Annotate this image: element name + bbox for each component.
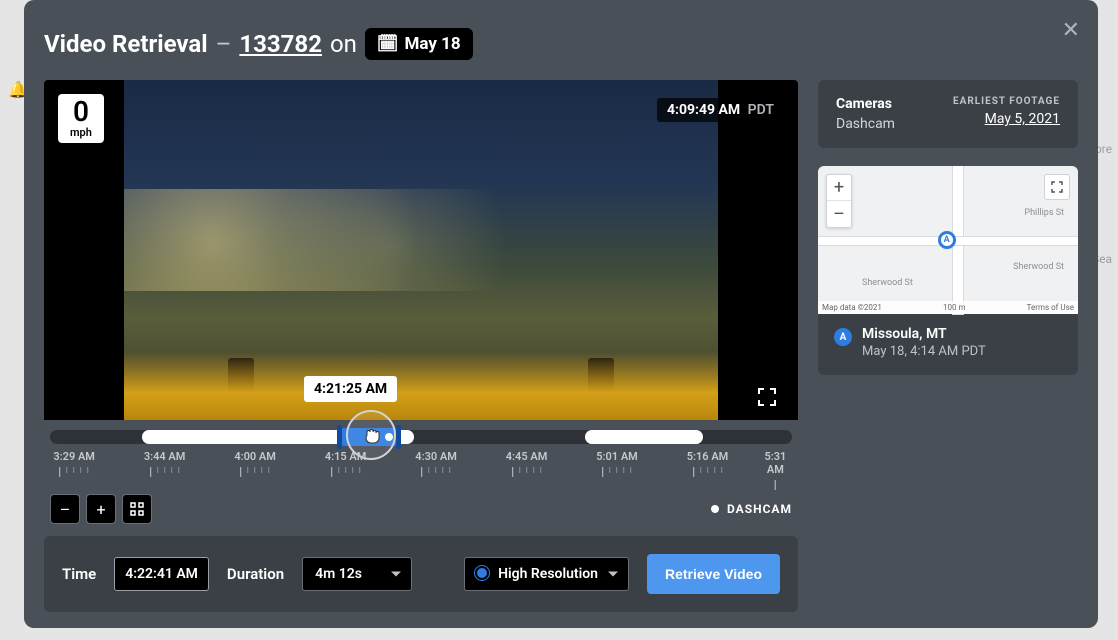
speed-overlay: 0 mph: [58, 94, 104, 143]
tick: 3:44 AM: [144, 450, 186, 477]
overlay-tz: PDT: [748, 102, 774, 118]
timeline: 3:29 AM 3:44 AM 4:00 AM 4:15 AM 4:30 AM …: [44, 420, 798, 536]
calendar-icon: 🗓: [377, 34, 399, 54]
zoom-out-button[interactable]: –: [50, 494, 80, 524]
radio-selected-icon: [477, 568, 487, 578]
fit-button[interactable]: [122, 494, 152, 524]
page-title: Video Retrieval – 133782 on 🗓 May 18: [44, 28, 473, 60]
legend-dot-icon: [711, 505, 719, 513]
resolution-select[interactable]: High Resolution: [464, 557, 629, 591]
mini-map[interactable]: Phillips St Sherwood St Sherwood St A + …: [818, 166, 1078, 314]
video-time-overlay: 4:09:49 AM PDT: [657, 98, 784, 122]
time-input[interactable]: 4:22:41 AM: [114, 557, 209, 591]
earliest-footage-label: EARLIEST FOOTAGE: [953, 96, 1060, 107]
video-retrieval-modal: ✕ Video Retrieval – 133782 on 🗓 May 18 0…: [24, 0, 1098, 628]
timeline-ticks: 3:29 AM 3:44 AM 4:00 AM 4:15 AM 4:30 AM …: [44, 450, 798, 488]
location-row: A Missoula, MT May 18, 4:14 AM PDT: [818, 314, 1078, 375]
speed-value: 0: [70, 98, 92, 126]
map-fullscreen-button[interactable]: [1044, 174, 1070, 200]
earliest-footage-link[interactable]: May 5, 2021: [953, 111, 1060, 127]
date-picker[interactable]: 🗓 May 18: [365, 28, 473, 60]
cameras-value: Dashcam: [836, 116, 895, 132]
tick: 5:01 AM: [596, 450, 638, 477]
mirror-left: [228, 358, 254, 392]
map-card: Phillips St Sherwood St Sherwood St A + …: [818, 166, 1078, 375]
location-city: Missoula, MT: [862, 326, 986, 342]
scrub-tooltip: 4:21:25 AM: [304, 376, 397, 402]
modal-header: Video Retrieval – 133782 on 🗓 May 18: [24, 0, 1098, 80]
zoom-in-button[interactable]: +: [86, 494, 116, 524]
footage-segment[interactable]: [585, 430, 703, 444]
map-pin[interactable]: A: [938, 231, 956, 249]
tick: 5:16 AM: [687, 450, 729, 477]
map-zoom-out-button[interactable]: –: [827, 201, 851, 227]
retrieve-video-button[interactable]: Retrieve Video: [647, 554, 780, 594]
tick: 3:29 AM: [53, 450, 95, 477]
mirror-right: [588, 358, 614, 392]
video-player[interactable]: 0 mph 4:09:49 AM PDT 4:21:25 AM: [44, 80, 798, 420]
date-label: May 18: [405, 34, 461, 54]
street-label: Phillips St: [1024, 208, 1064, 218]
tick: 5:31 AM: [764, 450, 787, 490]
close-icon[interactable]: ✕: [1062, 18, 1080, 43]
overlay-time: 4:09:49 AM: [667, 102, 740, 118]
location-timestamp: May 18, 4:14 AM PDT: [862, 344, 986, 359]
retrieval-form: Time 4:22:41 AM Duration 4m 12s High Res…: [44, 536, 798, 612]
title-prefix: Video Retrieval: [44, 30, 208, 58]
tick: 4:00 AM: [234, 450, 276, 477]
tick: 4:45 AM: [506, 450, 548, 477]
street-label: Sherwood St: [1013, 262, 1064, 272]
tick: 4:30 AM: [415, 450, 457, 477]
map-zoom-controls: + –: [826, 174, 852, 228]
on-word: on: [330, 30, 357, 58]
duration-select[interactable]: 4m 12s: [302, 557, 412, 591]
tick: 4:15 AM: [325, 450, 367, 477]
chevron-down-icon: [608, 572, 618, 577]
location-badge: A: [834, 328, 852, 346]
dashcam-frame: [124, 80, 718, 420]
duration-label: Duration: [227, 565, 284, 583]
title-dash: –: [216, 30, 232, 58]
chevron-down-icon: [391, 572, 401, 577]
time-label: Time: [62, 565, 96, 583]
map-zoom-in-button[interactable]: +: [827, 175, 851, 201]
vehicle-id-link[interactable]: 133782: [239, 30, 322, 58]
timeline-track[interactable]: [50, 430, 792, 444]
street-label: Sherwood St: [862, 278, 913, 288]
cameras-heading: Cameras: [836, 96, 895, 112]
speed-unit: mph: [70, 126, 92, 139]
legend-label: DASHCAM: [727, 502, 792, 516]
map-attribution: Map data ©2021 100 m Terms of Use: [818, 301, 1078, 314]
resolution-value: High Resolution: [498, 566, 598, 582]
cameras-card: Cameras Dashcam EARLIEST FOOTAGE May 5, …: [818, 80, 1078, 148]
fullscreen-icon[interactable]: [758, 388, 776, 406]
camera-legend: DASHCAM: [711, 502, 792, 516]
duration-value: 4m 12s: [315, 566, 362, 582]
